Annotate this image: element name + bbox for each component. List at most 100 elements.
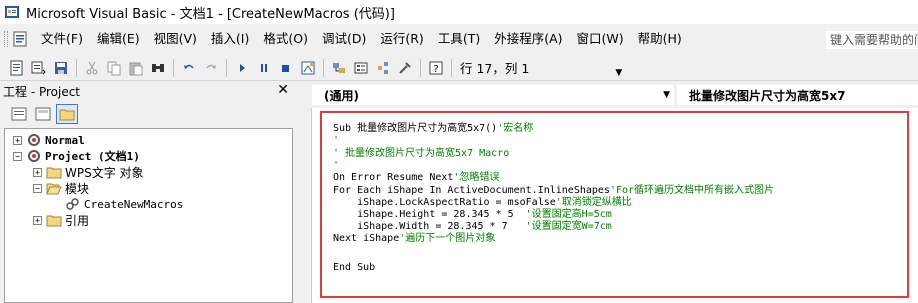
project-pane-title: 工程 - Project (3, 84, 81, 99)
code-comment: '遍历下一个图片对象 (399, 233, 496, 244)
menubar-grip[interactable] (4, 31, 8, 47)
toolbar-separator (173, 58, 174, 77)
code-comment: ' 批量修改图片尺寸为高宽5x7 Macro (333, 148, 510, 159)
project-explorer-icon[interactable] (328, 57, 350, 79)
menu-format[interactable]: 格式(O) (256, 29, 315, 49)
code-window: (通用) ▼ 批量修改图片尺寸为高宽5x7 Sub 批量修改图片尺寸为高宽5x7… (300, 82, 918, 303)
tree-node-project[interactable]: − Project (文档1) (13, 148, 140, 164)
tree-label-wps-objects: WPS文字 对象 (65, 165, 144, 180)
tree-label-project: Project (文档1) (45, 150, 140, 163)
object-dropdown-value: (通用) (324, 88, 359, 103)
toolbar-separator (420, 58, 421, 77)
find-icon[interactable] (147, 57, 169, 79)
project-pane-toolbar (0, 101, 293, 127)
view-code-icon[interactable] (8, 104, 30, 124)
vba-app-icon (5, 6, 19, 18)
code-comment: '忽略错误 (453, 172, 500, 183)
help-icon[interactable]: ? (425, 57, 447, 79)
code-line[interactable]: Sub 批量修改图片尺寸为高宽5x7()'宏名称 (333, 122, 533, 135)
margin-indicator-bar[interactable] (300, 108, 312, 303)
view-word-icon[interactable] (6, 57, 28, 79)
tree-node-references[interactable]: + 引用 (33, 212, 89, 228)
properties-icon[interactable] (350, 57, 372, 79)
collapse-icon[interactable]: − (13, 151, 22, 161)
code-text: iShape.Width = 28.345 * 7 (333, 221, 526, 232)
undo-icon[interactable] (178, 57, 200, 79)
menu-file[interactable]: 文件(F) (34, 29, 90, 49)
tree-label-normal: Normal (45, 133, 85, 147)
pause-icon[interactable] (253, 57, 275, 79)
procedure-dropdown[interactable]: 批量修改图片尺寸为高宽5x7 (677, 85, 918, 105)
view-object-icon[interactable] (32, 104, 54, 124)
run-icon[interactable] (231, 57, 253, 79)
save-icon[interactable] (50, 57, 72, 79)
code-line[interactable]: Next iShape'遍历下一个图片对象 (333, 232, 495, 245)
tree-node-normal[interactable]: + Normal (13, 132, 85, 148)
code-line[interactable]: ' (333, 134, 339, 147)
project-pane-header: 工程 - Project ✕ (0, 82, 293, 100)
vba-project-icon (28, 150, 40, 162)
collapse-icon[interactable]: − (33, 183, 42, 193)
copy-icon[interactable] (103, 57, 125, 79)
window-title: Microsoft Visual Basic - 文档1 - [CreateNe… (26, 6, 395, 22)
open-folder-icon (46, 183, 62, 195)
menu-view[interactable]: 视图(V) (147, 29, 204, 49)
close-icon[interactable]: ✕ (277, 82, 289, 98)
code-line[interactable]: End Sub (333, 261, 375, 274)
menu-addins[interactable]: 外接程序(A) (487, 29, 569, 49)
chevron-down-icon[interactable]: ▼ (663, 90, 670, 100)
tree-label-createnewmacros: CreateNewMacros (84, 197, 184, 211)
help-search-input[interactable]: 键入需要帮助的问 (826, 31, 918, 49)
tree-label-references: 引用 (65, 213, 90, 228)
code-editor[interactable]: Sub 批量修改图片尺寸为高宽5x7()'宏名称 ' ' 批量修改图片尺寸为高宽5x… (312, 108, 918, 303)
expand-icon[interactable]: + (33, 215, 42, 225)
code-text: Next iShape (333, 233, 400, 244)
toolbox-icon[interactable] (394, 57, 416, 79)
toolbar-separator (323, 58, 324, 77)
toolbar-separator (226, 58, 227, 77)
toggle-folders-icon[interactable] (56, 104, 78, 124)
paste-icon[interactable] (125, 57, 147, 79)
menu-run[interactable]: 运行(R) (373, 29, 430, 49)
tree-node-wps-objects[interactable]: + WPS文字 对象 (33, 164, 144, 180)
code-comment: ' (333, 135, 340, 146)
title-bar: Microsoft Visual Basic - 文档1 - [CreateNe… (0, 0, 918, 24)
code-text: Sub 批量修改图片尺寸为高宽5x7() (333, 123, 498, 134)
procedure-dropdown-value: 批量修改图片尺寸为高宽5x7 (689, 88, 846, 103)
code-text: End Sub (333, 262, 376, 273)
vba-project-icon (28, 134, 40, 146)
menu-tools[interactable]: 工具(T) (431, 29, 487, 49)
word-doc-icon[interactable] (12, 31, 28, 47)
code-comment: '设置固定高H=5cm (525, 209, 612, 220)
expand-icon[interactable]: + (33, 167, 42, 177)
code-line[interactable]: ' 批量修改图片尺寸为高宽5x7 Macro (333, 147, 509, 160)
object-dropdown[interactable]: (通用) ▼ (312, 85, 674, 105)
menu-edit[interactable]: 编辑(E) (90, 29, 147, 49)
code-text: For Each iShape In ActiveDocument.Inline… (333, 185, 610, 196)
code-line[interactable]: On Error Resume Next'忽略错误 (333, 171, 499, 184)
code-text: iShape.LockAspectRatio = msoFalse (333, 197, 556, 208)
object-browser-icon[interactable] (372, 57, 394, 79)
module-icon (66, 198, 79, 210)
design-mode-icon[interactable] (297, 57, 319, 79)
insert-module-icon[interactable] (28, 57, 50, 79)
menu-window[interactable]: 窗口(W) (570, 29, 631, 49)
tree-node-modules[interactable]: − 模块 (33, 180, 89, 196)
tree-node-createnewmacros[interactable]: CreateNewMacros (65, 196, 183, 212)
code-comment: '取消锁定纵横比 (555, 197, 632, 208)
cut-icon[interactable] (81, 57, 103, 79)
toolbar-overflow-chevron-icon[interactable]: ▼ (615, 68, 622, 78)
folder-icon (46, 215, 62, 227)
menu-debug[interactable]: 调试(D) (315, 29, 373, 49)
project-tree: + Normal − Project (文档1) + WPS文字 对象 − 模块… (4, 128, 293, 303)
tree-label-modules: 模块 (65, 181, 90, 196)
svg-text:?: ? (433, 64, 438, 75)
toolbar-separator (76, 58, 77, 77)
cursor-position-status: 行 17，列 1 (460, 61, 530, 76)
menu-help[interactable]: 帮助(H) (631, 29, 689, 49)
menu-insert[interactable]: 插入(I) (204, 29, 256, 49)
redo-icon[interactable] (200, 57, 222, 79)
stop-icon[interactable] (275, 57, 297, 79)
code-comment: '宏名称 (497, 123, 534, 134)
expand-icon[interactable]: + (13, 135, 22, 145)
